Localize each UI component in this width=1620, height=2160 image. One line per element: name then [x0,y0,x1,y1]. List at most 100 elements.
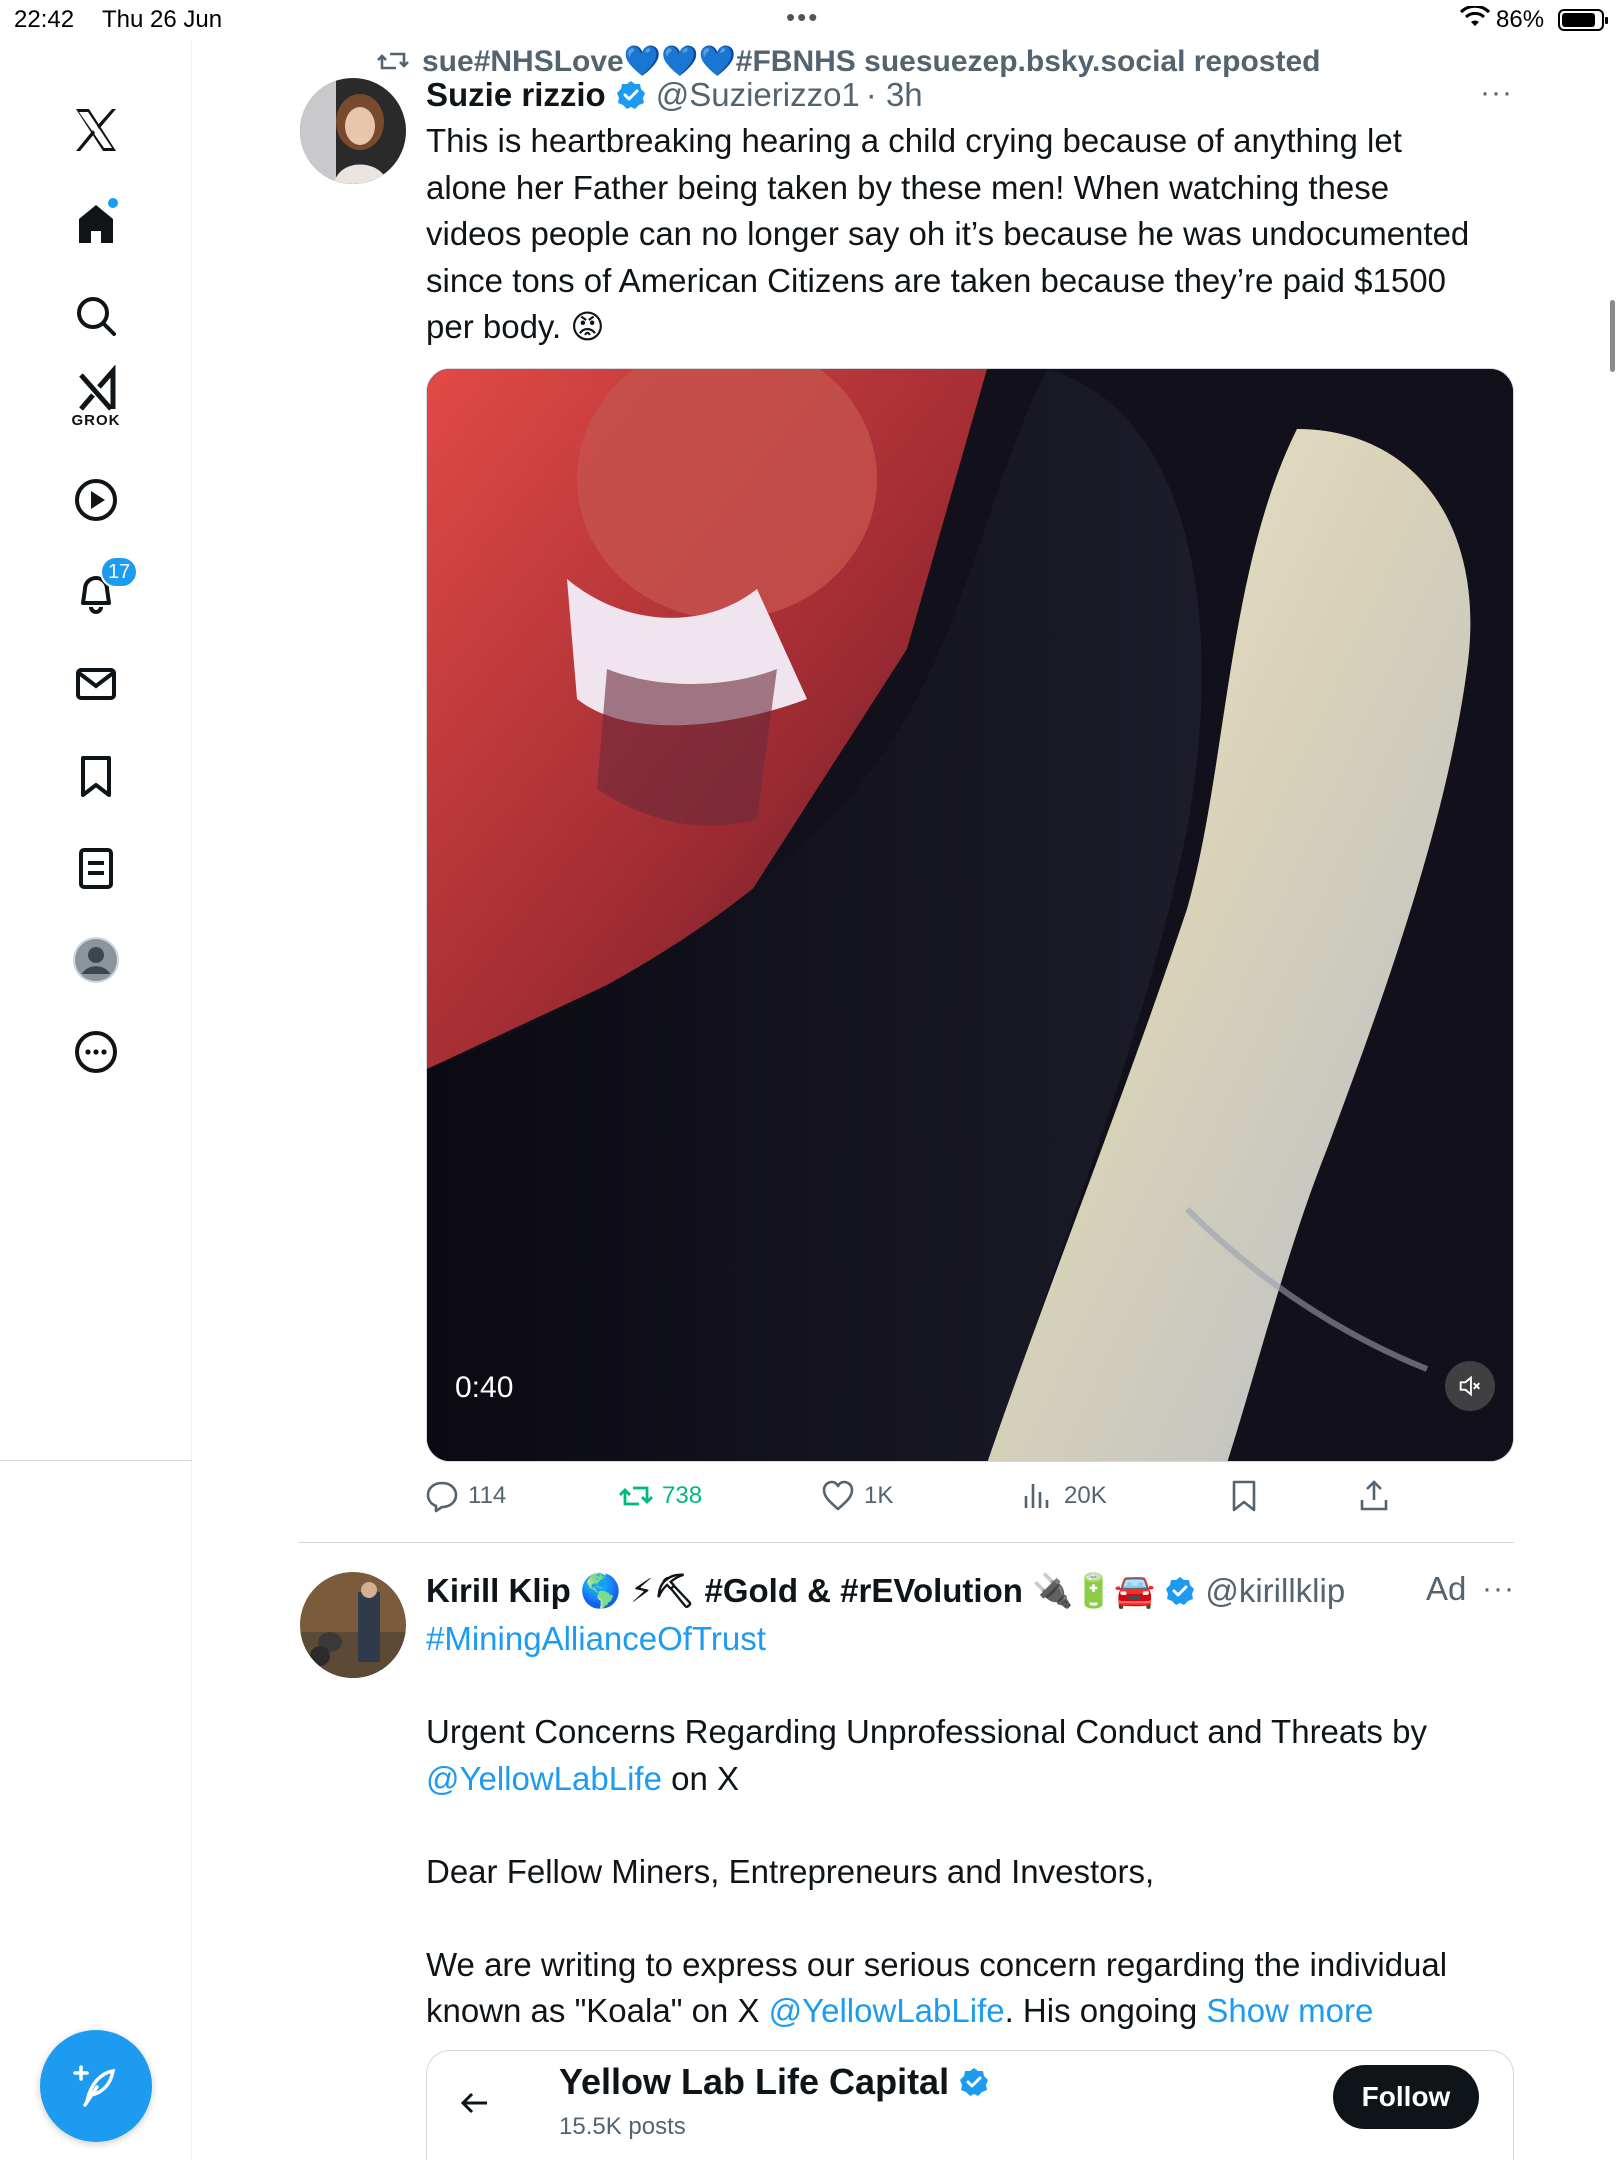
x-logo-icon [76,109,116,151]
nav-profile[interactable] [56,920,136,1000]
repost-icon [619,1486,653,1506]
author-name[interactable]: Suzie rizzio [426,76,606,114]
post-text-line: Urgent Concerns Regarding Unprofessional… [426,1713,1427,1750]
repost-count: 738 [662,1482,703,1509]
post-text-fragment: known as "Koala" on X [426,1992,769,2029]
avatar[interactable] [300,1572,406,1678]
post-text: This is heartbreaking hearing a child cr… [426,118,1516,351]
author-handle[interactable]: @Suzierizzo1 [656,76,860,114]
nav-lists[interactable] [56,828,136,908]
back-arrow-icon[interactable] [457,2085,493,2121]
verified-badge-icon [960,2068,989,2096]
battery-icon [1558,9,1608,31]
share-button[interactable] [1356,1478,1400,1514]
grok-icon [79,365,116,411]
views-button[interactable]: 20K [1020,1478,1107,1514]
nav-divider [0,1460,192,1461]
share-icon [1360,1480,1388,1511]
post-divider [298,1542,1514,1543]
mute-button[interactable] [1445,1361,1495,1411]
show-more-link[interactable]: Show more [1206,1992,1373,2029]
post-time[interactable]: · 3h [866,76,923,114]
profile-avatar-icon [73,937,119,983]
heart-icon [822,1480,854,1511]
post-text: #MiningAllianceOfTrust Urgent Concerns R… [426,1616,1516,2035]
list-icon [79,848,113,889]
video-duration: 0:40 [455,1371,514,1404]
timeline: sue#NHSLove💙💙💙#FBNHS suesuezep.bsky.soci… [192,40,1592,2160]
post-text-line: We are writing to express our serious co… [426,1945,1448,1983]
status-date: Thu 26 Jun [102,6,223,33]
reply-button[interactable]: 114 [424,1478,506,1514]
verified-badge-icon [1166,1577,1195,1605]
bookmark-icon [81,756,111,797]
repost-icon [377,52,409,70]
scrollbar-thumb[interactable] [1610,300,1615,372]
post-text-line: alone her Father being taken by these me… [426,168,1390,206]
status-time: 22:42 [14,6,75,33]
embed-profile-name: Yellow Lab Life Capital [559,2061,950,2102]
mention-link[interactable]: @YellowLabLife [769,1992,1005,2029]
kirill-avatar-image [300,1572,406,1678]
view-count: 20K [1064,1482,1107,1509]
bookmark-icon [1232,1480,1256,1512]
more-options-icon[interactable]: ··· [1480,76,1513,110]
nav-more[interactable] [56,1012,136,1092]
hashtag-link[interactable]: #MiningAllianceOfTrust [426,1620,766,1657]
nav-notifications[interactable]: 17 [56,552,139,632]
battery-percent: 86% [1496,6,1545,33]
avatar[interactable] [300,78,406,184]
post-text-fragment: . His ongoing [1004,1992,1207,2029]
post-header: Kirill Klip 🌎 ⚡⛏ #Gold & #rEVolution 🔌🔋🚘… [426,1566,1345,1616]
grok-label: GROK [71,412,121,429]
home-unread-dot [106,196,120,210]
embed-title: Yellow Lab Life Capital [559,2061,999,2103]
bookmark-button[interactable] [1226,1478,1270,1514]
compose-feather-icon [73,2065,116,2107]
embedded-profile-card[interactable]: Yellow Lab Life Capital 15.5K posts Foll… [426,2050,1514,2160]
post-text-line: per body. 😡 [426,308,605,345]
speaker-muted-icon [1459,1375,1480,1397]
multitasking-dots-icon[interactable]: ••• [786,2,819,33]
post-text-line: This is heartbreaking hearing a child cr… [426,122,1402,159]
ad-label: Ad [1426,1570,1467,1607]
sidebar-nav: GROK 17 [0,40,192,2160]
analytics-icon [1024,1484,1049,1508]
nav-search[interactable] [56,276,136,356]
mention-link[interactable]: @YellowLabLife [426,1760,662,1797]
play-circle-icon [75,479,117,521]
nav-grok[interactable]: GROK [56,360,136,440]
reply-icon [426,1481,458,1513]
video-player[interactable]: 0:40 [426,368,1514,1462]
post-text-line: Dear Fellow Miners, Entrepreneurs and In… [426,1852,1155,1890]
author-handle[interactable]: @kirillklip [1205,1572,1345,1610]
post-text-line: since tons of American Citizens are take… [426,261,1446,299]
reply-count: 114 [468,1482,507,1509]
nav-home[interactable] [56,184,136,264]
author-name[interactable]: Kirill Klip 🌎 ⚡⛏ #Gold & #rEVolution 🔌🔋🚘 [426,1571,1155,1611]
more-circle-icon [75,1031,117,1073]
nav-x-logo[interactable] [56,90,136,170]
post-text-line: videos people can no longer say oh it’s … [426,215,1470,252]
verified-badge-icon [616,81,645,109]
notification-badge: 17 [100,556,139,588]
embed-post-count: 15.5K posts [559,2113,686,2140]
search-icon [77,297,116,336]
wifi-icon [1460,6,1490,26]
like-button[interactable]: 1K [820,1478,893,1514]
mail-icon [76,668,116,700]
follow-button[interactable]: Follow [1333,2065,1479,2129]
like-count: 1K [864,1482,894,1509]
status-bar: 22:42 Thu 26 Jun ••• 86% [0,0,1620,40]
video-frame-image [427,369,1513,1461]
nav-video[interactable] [56,460,136,540]
more-options-icon[interactable]: ··· [1482,1572,1515,1606]
compose-post-button[interactable] [40,2030,152,2142]
suzie-avatar-image [300,78,406,184]
post-actions: 114 738 1K 20K [424,1478,1514,1528]
post-header: Suzie rizzio @Suzierizzo1 · 3h [426,70,923,120]
battery-fill [1562,13,1595,27]
repost-button[interactable]: 738 [618,1478,702,1514]
nav-bookmarks[interactable] [56,736,136,816]
nav-messages[interactable] [56,644,136,724]
